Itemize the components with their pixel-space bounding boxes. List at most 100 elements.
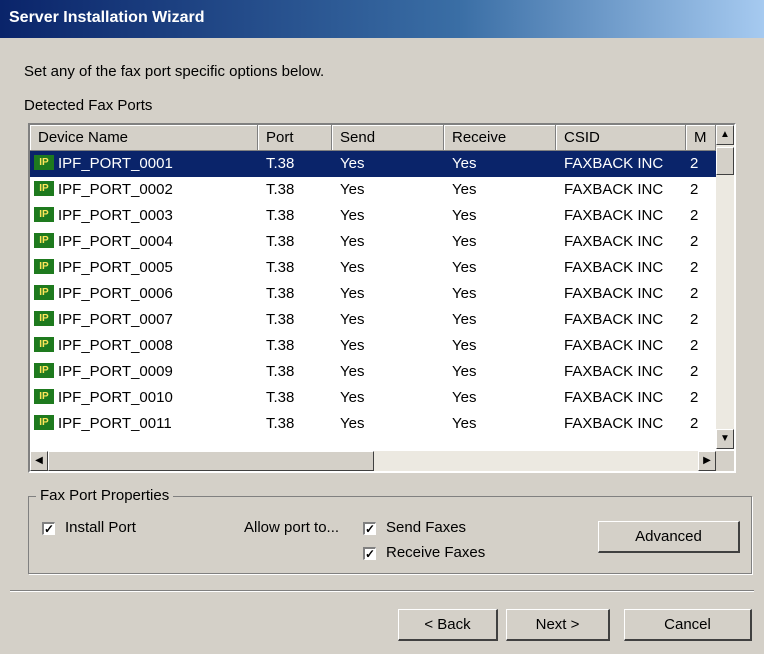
table-row[interactable]: IP IPF_PORT_0010 T.38 Yes Yes FAXBACK INC 2 [30, 385, 716, 411]
table-row[interactable]: IP IPF_PORT_0006 T.38 Yes Yes FAXBACK INC 2 [30, 281, 716, 307]
table-row[interactable]: IP IPF_PORT_0009 T.38 Yes Yes FAXBACK INC 2 [30, 359, 716, 385]
port-cell: T.38 [266, 155, 295, 172]
vertical-scrollbar[interactable]: ▲ ▼ [716, 125, 734, 449]
horizontal-scrollbar[interactable]: ◀ ▶ [30, 451, 716, 471]
title-bar: Server Installation Wizard [0, 0, 764, 38]
port-cell: T.38 [266, 233, 295, 250]
port-cell: T.38 [266, 337, 295, 354]
scroll-up-arrow-icon[interactable]: ▲ [716, 125, 734, 145]
column-header-device-name[interactable]: Device Name [30, 125, 258, 151]
csid-cell: FAXBACK INC [564, 181, 664, 198]
advanced-button[interactable]: Advanced [598, 521, 740, 553]
port-cell: T.38 [266, 311, 295, 328]
send-cell: Yes [340, 233, 365, 250]
next-button[interactable]: Next > [506, 609, 610, 641]
scroll-right-arrow-icon[interactable]: ▶ [698, 451, 716, 471]
scroll-left-arrow-icon[interactable]: ◀ [30, 451, 48, 471]
m-cell: 2 [690, 181, 699, 198]
m-cell: 2 [690, 155, 699, 172]
send-cell: Yes [340, 389, 365, 406]
receive-cell: Yes [452, 181, 477, 198]
csid-cell: FAXBACK INC [564, 259, 664, 276]
ip-port-icon: IP [34, 363, 54, 378]
vertical-scroll-thumb[interactable] [716, 147, 734, 175]
send-cell: Yes [340, 207, 365, 224]
send-faxes-checkbox[interactable]: ✓ [363, 522, 376, 535]
column-header-m[interactable]: M [686, 125, 716, 151]
send-cell: Yes [340, 311, 365, 328]
csid-cell: FAXBACK INC [564, 233, 664, 250]
scrollbar-corner [716, 451, 734, 471]
send-cell: Yes [340, 259, 365, 276]
port-cell: T.38 [266, 389, 295, 406]
m-cell: 2 [690, 389, 699, 406]
csid-cell: FAXBACK INC [564, 285, 664, 302]
table-row[interactable]: IP IPF_PORT_0011 T.38 Yes Yes FAXBACK INC 2 [30, 411, 716, 437]
ip-port-icon: IP [34, 181, 54, 196]
csid-cell: FAXBACK INC [564, 337, 664, 354]
receive-cell: Yes [452, 337, 477, 354]
csid-cell: FAXBACK INC [564, 155, 664, 172]
ip-port-icon: IP [34, 389, 54, 404]
m-cell: 2 [690, 259, 699, 276]
fax-ports-list[interactable]: Device Name Port Send Receive CSID M IP I… [28, 123, 736, 473]
port-cell: T.38 [266, 363, 295, 380]
port-cell: T.38 [266, 207, 295, 224]
ip-port-icon: IP [34, 337, 54, 352]
receive-cell: Yes [452, 415, 477, 432]
column-header-receive[interactable]: Receive [444, 125, 556, 151]
device-name-cell: IPF_PORT_0002 [58, 181, 173, 198]
receive-faxes-label: Receive Faxes [386, 544, 486, 561]
csid-cell: FAXBACK INC [564, 207, 664, 224]
table-row[interactable]: IP IPF_PORT_0005 T.38 Yes Yes FAXBACK INC 2 [30, 255, 716, 281]
horizontal-scroll-thumb[interactable] [48, 451, 374, 471]
ip-port-icon: IP [34, 311, 54, 326]
device-name-cell: IPF_PORT_0003 [58, 207, 173, 224]
m-cell: 2 [690, 285, 699, 302]
table-row[interactable]: IP IPF_PORT_0002 T.38 Yes Yes FAXBACK INC 2 [30, 177, 716, 203]
device-name-cell: IPF_PORT_0007 [58, 311, 173, 328]
csid-cell: FAXBACK INC [564, 311, 664, 328]
scroll-down-arrow-icon[interactable]: ▼ [716, 429, 734, 449]
device-name-cell: IPF_PORT_0011 [58, 415, 172, 432]
receive-cell: Yes [452, 363, 477, 380]
send-cell: Yes [340, 415, 365, 432]
window-title: Server Installation Wizard [9, 9, 205, 26]
install-port-label: Install Port [65, 519, 136, 536]
ip-port-icon: IP [34, 233, 54, 248]
table-row[interactable]: IP IPF_PORT_0007 T.38 Yes Yes FAXBACK INC 2 [30, 307, 716, 333]
csid-cell: FAXBACK INC [564, 363, 664, 380]
send-cell: Yes [340, 155, 365, 172]
csid-cell: FAXBACK INC [564, 415, 664, 432]
allow-port-label: Allow port to... [244, 519, 340, 536]
table-row[interactable]: IP IPF_PORT_0003 T.38 Yes Yes FAXBACK INC 2 [30, 203, 716, 229]
cancel-button[interactable]: Cancel [624, 609, 752, 641]
receive-faxes-checkbox[interactable]: ✓ [363, 547, 376, 560]
receive-cell: Yes [452, 207, 477, 224]
m-cell: 2 [690, 233, 699, 250]
send-cell: Yes [340, 181, 365, 198]
table-row[interactable]: IP IPF_PORT_0008 T.38 Yes Yes FAXBACK INC 2 [30, 333, 716, 359]
table-row[interactable]: IP IPF_PORT_0001 T.38 Yes Yes FAXBACK INC 2 [30, 151, 716, 177]
back-button[interactable]: < Back [398, 609, 498, 641]
port-cell: T.38 [266, 415, 295, 432]
send-cell: Yes [340, 285, 365, 302]
m-cell: 2 [690, 337, 699, 354]
column-header-csid[interactable]: CSID [556, 125, 686, 151]
table-row[interactable]: IP IPF_PORT_0004 T.38 Yes Yes FAXBACK INC 2 [30, 229, 716, 255]
m-cell: 2 [690, 311, 699, 328]
list-header: Device Name Port Send Receive CSID M [30, 125, 716, 151]
port-cell: T.38 [266, 285, 295, 302]
receive-cell: Yes [452, 285, 477, 302]
column-header-send[interactable]: Send [332, 125, 444, 151]
receive-cell: Yes [452, 311, 477, 328]
install-port-checkbox[interactable]: ✓ [42, 522, 55, 535]
device-name-cell: IPF_PORT_0008 [58, 337, 173, 354]
send-cell: Yes [340, 363, 365, 380]
m-cell: 2 [690, 415, 699, 432]
device-name-cell: IPF_PORT_0006 [58, 285, 173, 302]
m-cell: 2 [690, 363, 699, 380]
port-cell: T.38 [266, 259, 295, 276]
column-header-port[interactable]: Port [258, 125, 332, 151]
receive-cell: Yes [452, 155, 477, 172]
